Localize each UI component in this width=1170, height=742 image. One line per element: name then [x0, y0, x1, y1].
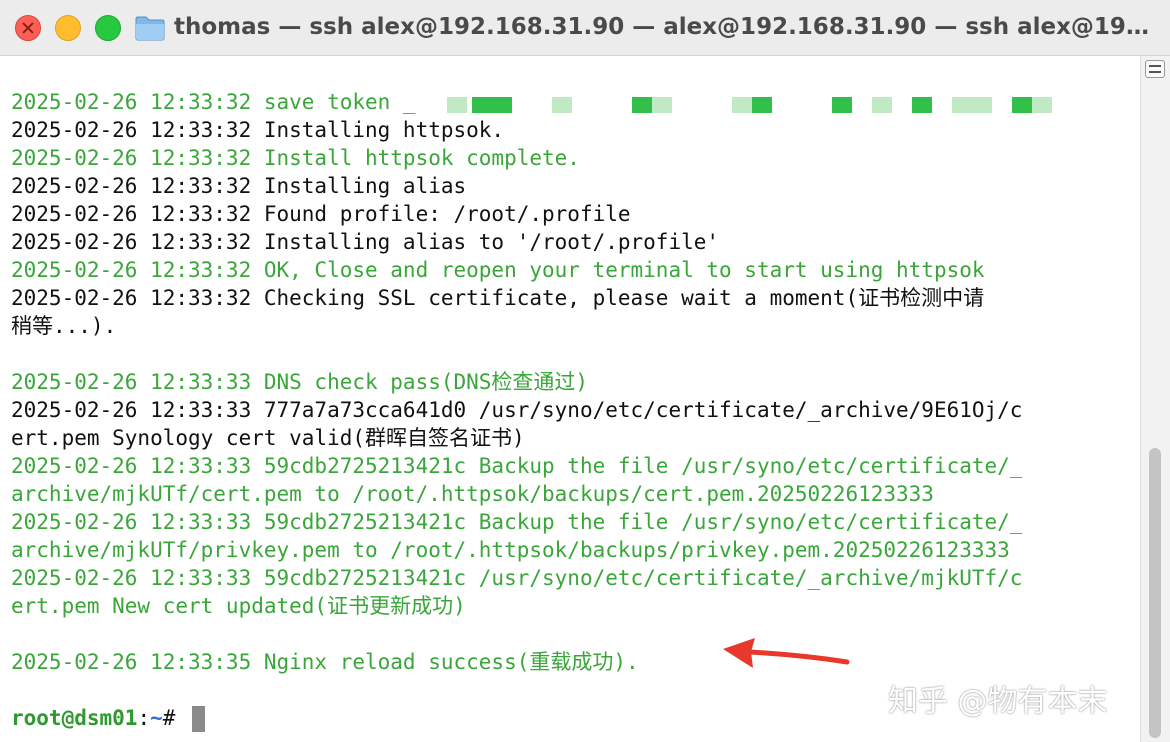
terminal-line: archive/mjkUTf/cert.pem to /root/.httpso…	[11, 482, 934, 506]
folder-icon	[135, 16, 165, 41]
redaction-block	[652, 97, 672, 113]
redaction-block	[732, 97, 752, 113]
red-arrow-icon	[723, 638, 850, 668]
terminal-line: 2025-02-26 12:33:33 DNS check pass(DNS检查…	[11, 370, 589, 394]
vertical-scrollbar[interactable]	[1140, 56, 1170, 742]
redaction-block	[632, 97, 652, 113]
redaction-block	[447, 97, 467, 113]
terminal-line: 2025-02-26 12:33:32 Found profile: /root…	[11, 202, 631, 226]
terminal-line: 2025-02-26 12:33:33 59cdb2725213421c Bac…	[11, 510, 1023, 534]
terminal-line: 2025-02-26 12:33:33 59cdb2725213421c /us…	[11, 566, 1023, 590]
redaction-block	[552, 97, 572, 113]
terminal-line: 2025-02-26 12:33:35 Nginx reload success…	[11, 650, 639, 674]
title-bar: thomas — ssh alex@192.168.31.90 — alex@1…	[0, 0, 1170, 56]
terminal-line: archive/mjkUTf/privkey.pem to /root/.htt…	[11, 538, 1010, 562]
prompt-symbol: #	[162, 706, 176, 730]
redaction-block	[912, 97, 932, 113]
redaction-block	[1032, 97, 1052, 113]
text-cursor	[192, 706, 206, 732]
terminal-line: 2025-02-26 12:33:32 Checking SSL certifi…	[11, 286, 985, 310]
zoom-window-button[interactable]	[95, 15, 121, 41]
terminal-line: 2025-02-26 12:33:33 59cdb2725213421c Bac…	[11, 454, 1023, 478]
prompt-user-host: root@dsm01	[11, 706, 138, 730]
prompt-separator: :	[137, 706, 151, 730]
terminal-line: 2025-02-26 12:33:32 Installing httpsok.	[11, 118, 505, 142]
redaction-block	[872, 97, 892, 113]
redaction-block	[752, 97, 772, 113]
terminal-line: 稍等...).	[11, 314, 117, 338]
redaction-block	[832, 97, 852, 113]
terminal-line: ert.pem New cert updated(证书更新成功)	[11, 594, 466, 618]
terminal-line: 2025-02-26 12:33:32 Installing alias to …	[11, 230, 720, 254]
watermark: 知乎 @物有本末	[888, 684, 1108, 719]
redaction-block	[952, 97, 992, 113]
terminal-line: 2025-02-26 12:33:32 Installing alias	[11, 174, 467, 198]
split-pane-icon[interactable]	[1145, 60, 1165, 78]
terminal-line: 2025-02-26 12:33:32 OK, Close and reopen…	[11, 258, 985, 282]
terminal-output[interactable]: 2025-02-26 12:33:32 save token _ 2025-02-…	[0, 56, 1140, 742]
terminal-line: 2025-02-26 12:33:33 777a7a73cca641d0 /us…	[11, 398, 1023, 422]
redaction-block	[472, 97, 512, 113]
terminal-line: ert.pem Synology cert valid(群晖自签名证书)	[11, 426, 525, 450]
scroll-thumb[interactable]	[1149, 448, 1161, 738]
window-title: thomas — ssh alex@192.168.31.90 — alex@1…	[174, 14, 1154, 40]
close-window-button[interactable]	[15, 15, 41, 41]
minimize-window-button[interactable]	[55, 15, 81, 41]
terminal-line: 2025-02-26 12:33:32 save token _	[11, 90, 416, 114]
redaction-block	[1012, 97, 1032, 113]
prompt-path: ~	[150, 706, 163, 730]
shell-prompt[interactable]: root@dsm01:~#	[11, 704, 206, 732]
terminal-line: 2025-02-26 12:33:32 Install httpsok comp…	[11, 146, 580, 170]
